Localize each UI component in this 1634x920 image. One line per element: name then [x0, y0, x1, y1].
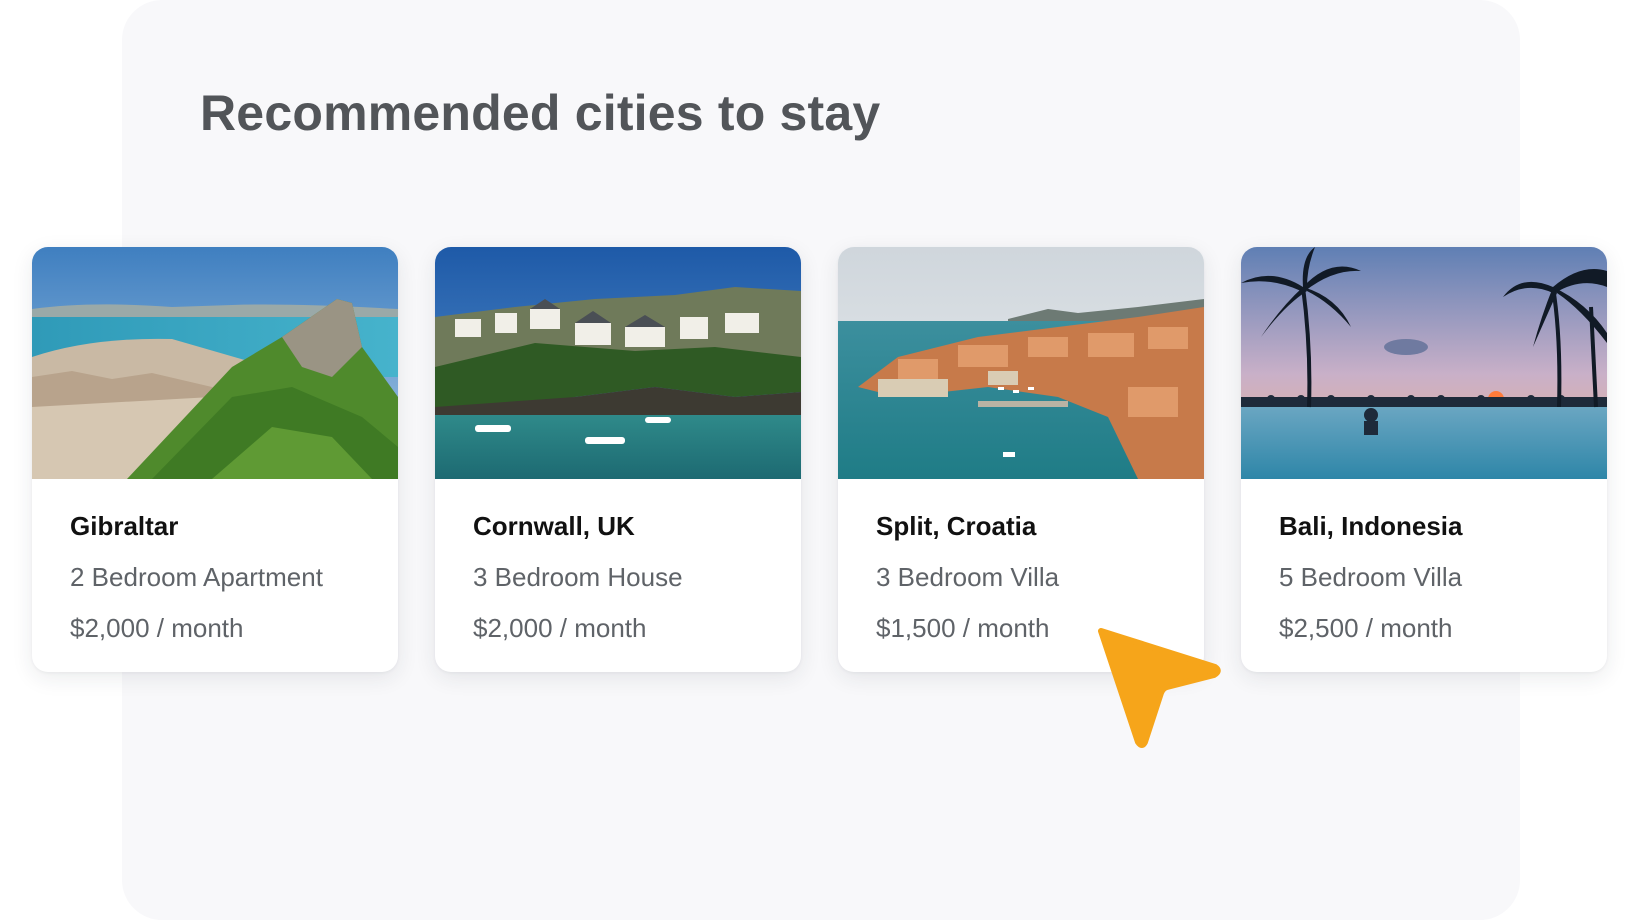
card-price: $2,000 / month [70, 613, 244, 643]
split-photo [838, 247, 1204, 479]
city-card-split[interactable]: Split, Croatia 3 Bedroom Villa $1,500 / … [838, 247, 1204, 672]
card-price: $2,000 / month [473, 613, 647, 643]
card-property-type: 5 Bedroom Villa [1279, 562, 1463, 592]
cornwall-photo [435, 247, 801, 479]
page: Recommended cities to stay Gibraltar 2 B… [0, 0, 1634, 920]
city-card-bali[interactable]: Bali, Indonesia 5 Bedroom Villa $2,500 /… [1241, 247, 1607, 672]
section-title: Recommended cities to stay [200, 85, 881, 141]
gibraltar-photo [32, 247, 398, 479]
city-card-list: Gibraltar 2 Bedroom Apartment $2,000 / m… [32, 247, 1607, 672]
card-property-type: 3 Bedroom Villa [876, 562, 1060, 592]
city-card-gibraltar[interactable]: Gibraltar 2 Bedroom Apartment $2,000 / m… [32, 247, 398, 672]
card-city-name: Split, Croatia [876, 511, 1037, 541]
card-city-name: Cornwall, UK [473, 511, 635, 541]
card-property-type: 2 Bedroom Apartment [70, 562, 323, 592]
pointer-cursor-icon [1098, 628, 1221, 748]
card-price: $2,500 / month [1279, 613, 1453, 643]
card-city-name: Gibraltar [70, 511, 179, 541]
card-property-type: 3 Bedroom House [473, 562, 683, 592]
city-card-cornwall[interactable]: Cornwall, UK 3 Bedroom House $2,000 / mo… [435, 247, 801, 672]
card-city-name: Bali, Indonesia [1279, 511, 1463, 541]
bali-photo [1241, 247, 1607, 479]
